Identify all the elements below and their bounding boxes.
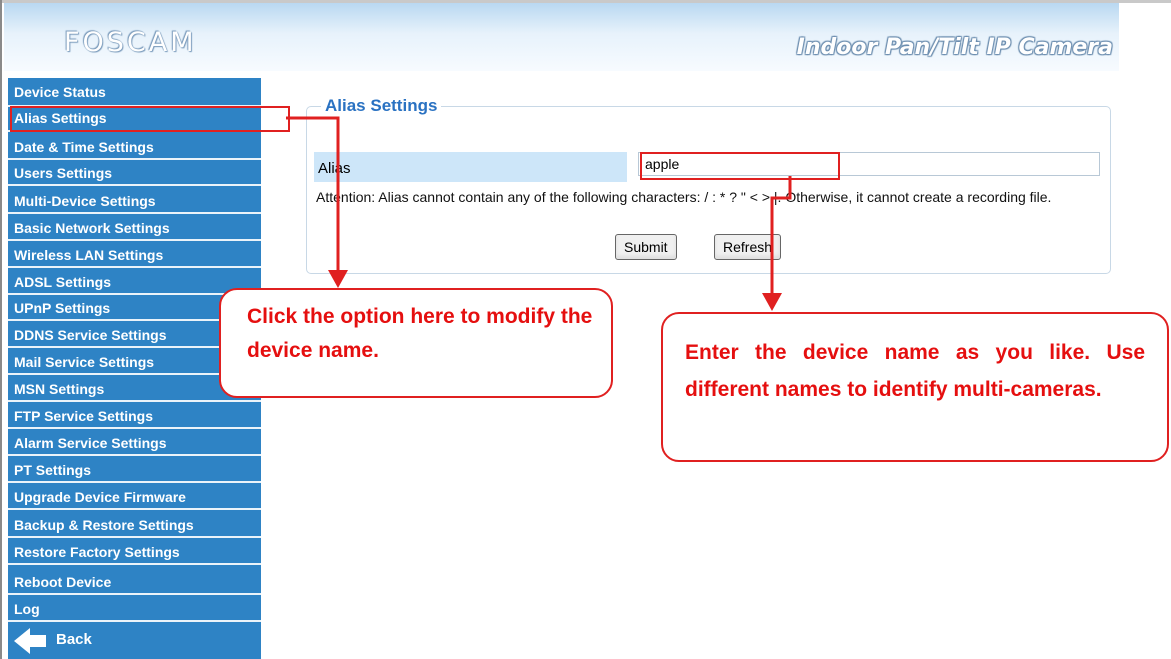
arrow-to-left-callout — [286, 116, 340, 270]
arrow-to-right-callout — [770, 176, 792, 293]
arrow-head-left — [328, 270, 348, 288]
callout-enter-name: Enter the device name as you like. Use d… — [661, 312, 1169, 462]
callout-click-option: Click the option here to modify the devi… — [219, 288, 613, 398]
arrow-head-right — [762, 293, 782, 311]
